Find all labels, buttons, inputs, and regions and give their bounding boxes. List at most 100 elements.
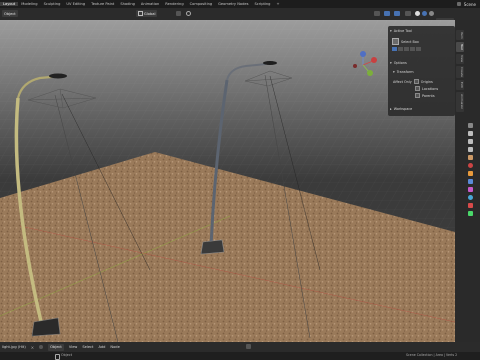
select-extend-icon[interactable]	[398, 47, 403, 51]
particles-properties-icon[interactable]	[467, 187, 473, 192]
affect-only-label: Affect Only	[393, 79, 412, 84]
workspace-tab-2[interactable]: Sculpting	[41, 2, 64, 6]
select-box-icon	[392, 38, 399, 45]
workspace-header[interactable]: ▸ Workspace	[390, 107, 412, 111]
side-tab-item[interactable]: Item	[456, 30, 464, 40]
workspace-tab-9[interactable]: Geometry Nodes	[215, 2, 251, 6]
mouse-select-icon	[55, 354, 60, 360]
expand-arrow-icon: ▸	[390, 107, 392, 111]
options-title: Options	[393, 61, 407, 65]
orientation-dropdown[interactable]: Global	[136, 10, 158, 17]
image-file-label[interactable]: light.jpg (Hit)	[2, 345, 26, 349]
workspace-tab-7[interactable]: Rendering	[162, 2, 186, 6]
output-properties-icon[interactable]	[467, 139, 473, 144]
bottom-menu-add[interactable]: Add	[98, 345, 105, 349]
collapse-arrow-icon: ▾	[390, 29, 392, 33]
status-bar: Object Scene Collection | Area | Verts 2	[0, 352, 480, 360]
workspace-tab-8[interactable]: Compositing	[187, 2, 216, 6]
side-tab-tool[interactable]: Tool	[456, 42, 464, 52]
viewport-scene	[0, 20, 455, 342]
horizon-haze	[0, 20, 455, 180]
gizmo-y-axis-icon[interactable]	[367, 70, 373, 76]
origins-label: Origins	[420, 79, 433, 84]
active-tool-row[interactable]: Select Box	[392, 38, 419, 45]
shading-solid-icon[interactable]	[415, 11, 420, 16]
options-header[interactable]: ▾ Options	[390, 61, 407, 65]
workspace-tabs-bar: Layout Modeling Sculpting UV Editing Tex…	[0, 0, 480, 8]
gizmo-z-axis-icon[interactable]	[360, 51, 366, 57]
proportional-edit-icon[interactable]	[186, 11, 191, 16]
scene-selector[interactable]: Scene	[456, 0, 480, 8]
workspace-title: Workspace	[393, 107, 413, 111]
visibility-icon[interactable]	[374, 11, 380, 16]
view-layer-properties-icon[interactable]	[467, 147, 473, 152]
add-workspace-icon[interactable]: +	[273, 2, 282, 6]
bottom-menu-select[interactable]: Select	[82, 345, 93, 349]
workspace-tab-3[interactable]: UV Editing	[63, 2, 88, 6]
workspace-tab-10[interactable]: Scripting	[251, 2, 273, 6]
select-box-label: Select Box	[401, 39, 419, 44]
active-tool-header[interactable]: ▾ Active Tool	[390, 29, 412, 33]
locations-checkbox[interactable]	[415, 86, 420, 91]
active-tool-title: Active Tool	[393, 29, 412, 33]
data-properties-icon[interactable]	[467, 211, 473, 216]
constraint-properties-icon[interactable]	[467, 203, 473, 208]
transform-title: Transform	[396, 70, 414, 74]
scene-name: Scene	[463, 1, 476, 7]
select-invert-icon[interactable]	[410, 47, 415, 51]
selection-mode-buttons	[392, 47, 421, 51]
bottom-menu-node[interactable]: Node	[110, 345, 119, 349]
select-subtract-icon[interactable]	[404, 47, 409, 51]
select-new-icon[interactable]	[392, 47, 397, 51]
locations-row[interactable]: Locations	[415, 86, 438, 91]
parents-row[interactable]: Parents	[415, 93, 435, 98]
snap-bottom-icon[interactable]	[246, 344, 251, 349]
physics-properties-icon[interactable]	[467, 195, 473, 200]
select-intersect-icon[interactable]	[416, 47, 421, 51]
pin-icon[interactable]	[39, 345, 44, 349]
gizmo-x-axis-icon[interactable]	[371, 57, 377, 63]
transform-header[interactable]: ▾ Transform	[393, 70, 414, 74]
scene-properties-icon[interactable]	[467, 155, 473, 160]
locations-label: Locations	[422, 86, 439, 91]
shading-rendered-icon[interactable]	[429, 11, 434, 16]
3d-viewport[interactable]	[0, 20, 455, 342]
workspace-tab-1[interactable]: Modeling	[18, 2, 40, 6]
tool-settings-panel: ▾ Active Tool Select Box ▾ Options ▾ Tra…	[388, 26, 455, 116]
collapse-arrow-icon: ▾	[393, 70, 395, 74]
origins-checkbox[interactable]	[413, 79, 419, 84]
tool-properties-icon[interactable]	[467, 123, 473, 128]
snap-icon[interactable]	[176, 11, 181, 16]
bottom-editor-header: light.jpg (Hit) × Object View Select Add…	[0, 342, 480, 352]
bottom-mode-dropdown[interactable]: Object	[48, 343, 64, 351]
side-tab-create[interactable]: Create	[456, 66, 464, 78]
render-properties-icon[interactable]	[467, 131, 473, 136]
world-properties-icon[interactable]	[467, 163, 473, 168]
xray-toggle-icon[interactable]	[405, 11, 411, 16]
object-mode-label: Object	[4, 11, 16, 16]
collapse-arrow-icon: ▾	[390, 61, 392, 65]
side-tab-view[interactable]: View	[456, 54, 464, 64]
parents-label: Parents	[422, 93, 435, 98]
scene-icon	[456, 2, 461, 6]
properties-icons	[466, 120, 474, 219]
bottom-menu-view[interactable]: View	[69, 345, 78, 349]
orientation-label: Global	[144, 11, 156, 16]
side-tab-animation[interactable]: Animation	[456, 92, 464, 112]
object-properties-icon[interactable]	[467, 171, 473, 176]
modifier-properties-icon[interactable]	[467, 179, 473, 184]
workspace-tab-5[interactable]: Shading	[117, 2, 138, 6]
workspace-tab-0[interactable]: Layout	[0, 2, 19, 6]
parents-checkbox[interactable]	[415, 93, 420, 98]
editor-type-button[interactable]: Object	[2, 10, 18, 17]
side-tab-edit[interactable]: Edit	[456, 80, 464, 90]
status-right-text: Scene Collection | Area | Verts 2	[406, 353, 458, 357]
workspace-tab-6[interactable]: Animation	[138, 2, 162, 6]
gizmo-toggle-icon[interactable]	[384, 11, 390, 16]
close-icon[interactable]: ×	[31, 345, 34, 350]
shading-material-icon[interactable]	[422, 11, 427, 16]
affect-only-row[interactable]: Affect Only Origins	[393, 79, 433, 84]
orientation-icon	[138, 11, 143, 16]
workspace-tab-4[interactable]: Texture Paint	[88, 2, 117, 6]
overlay-toggle-icon[interactable]	[394, 11, 400, 16]
